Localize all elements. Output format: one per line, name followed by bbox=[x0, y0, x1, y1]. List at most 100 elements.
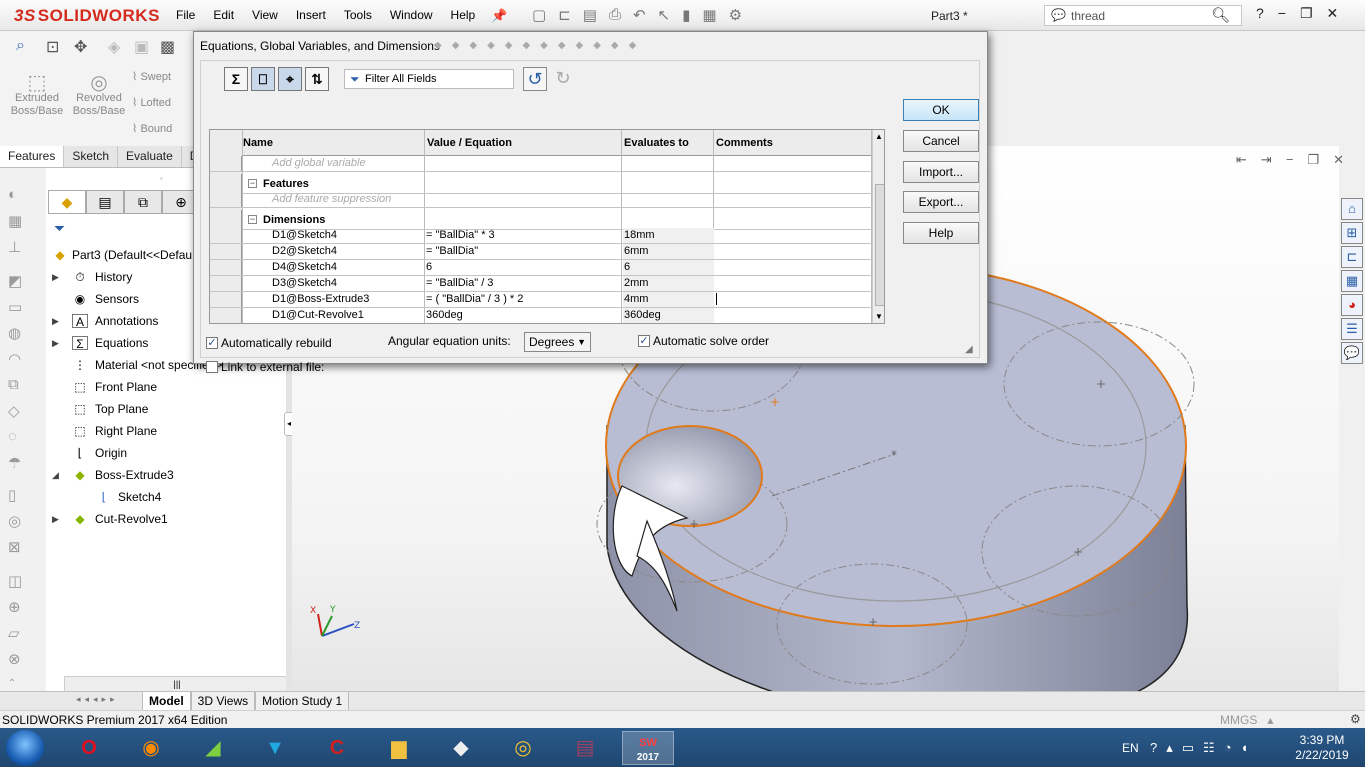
vector-app-icon[interactable]: ▼ bbox=[252, 731, 298, 765]
file-explorer-icon[interactable]: ⊏ bbox=[1341, 246, 1363, 268]
scrollbar-thumb[interactable] bbox=[875, 184, 884, 306]
fillet-icon[interactable]: ◐ bbox=[8, 186, 17, 203]
table-vertical-scrollbar[interactable]: ▲ ▼ bbox=[872, 130, 884, 323]
mirror-icon[interactable]: ⧉ bbox=[8, 376, 19, 393]
file-properties-icon[interactable]: ▦ bbox=[702, 6, 716, 24]
status-bar-customize-icon[interactable]: ⚙ bbox=[1350, 712, 1361, 726]
table-row[interactable]: D4@Sketch4 6 6 bbox=[210, 260, 872, 276]
dimension-name-cell[interactable]: D1@Boss-Extrude3 bbox=[272, 293, 369, 305]
property-manager-tab-icon[interactable]: ▤ bbox=[86, 190, 124, 214]
menu-insert[interactable]: Insert bbox=[296, 8, 326, 22]
search-commands-box[interactable]: 💬 thread 🔍︎ bbox=[1044, 5, 1242, 26]
shell-icon[interactable]: ▭ bbox=[8, 298, 22, 316]
mold-icon[interactable]: ⊠ bbox=[8, 538, 21, 556]
inkscape-icon[interactable]: ◆ bbox=[438, 731, 484, 765]
dimension-name-cell[interactable]: D2@Sketch4 bbox=[272, 245, 337, 257]
pattern-icon[interactable]: ▦ bbox=[8, 212, 22, 230]
auto-rebuild-checkbox[interactable]: ✓ bbox=[206, 337, 218, 349]
expand-arrow-icon[interactable]: ▶ bbox=[52, 332, 59, 354]
collapse-dimensions-icon[interactable]: − bbox=[248, 215, 257, 224]
import-button[interactable]: Import... bbox=[903, 161, 979, 183]
new-document-icon[interactable]: ▢ bbox=[532, 6, 546, 24]
expand-strip-icon[interactable]: ⌃ bbox=[8, 678, 16, 689]
data-migration-icon[interactable]: ▱ bbox=[8, 624, 20, 642]
view-icon[interactable]: ◈ bbox=[108, 37, 120, 57]
redo-icon[interactable]: ↻ bbox=[551, 67, 575, 91]
cancel-button[interactable]: Cancel bbox=[903, 130, 979, 152]
document-minimize-icon[interactable]: − bbox=[1286, 152, 1294, 168]
features-section-row[interactable]: − Features bbox=[210, 174, 872, 194]
tree-item-origin[interactable]: ⌊ Origin bbox=[46, 442, 286, 464]
equation-cell[interactable]: = "BallDia" / 3 bbox=[426, 277, 493, 289]
ccleaner-icon[interactable]: C bbox=[314, 731, 360, 765]
extruded-boss-button[interactable]: ⬚ Extruded Boss/Base bbox=[8, 73, 66, 118]
taskbar-clock[interactable]: 3:39 PM 2/22/2019 bbox=[1292, 733, 1352, 763]
table-row[interactable]: D1@Cut-Revolve1 360deg 360deg bbox=[210, 308, 872, 323]
pin-menu-icon[interactable]: 📌 bbox=[491, 8, 507, 24]
weldments-icon[interactable]: ◎ bbox=[8, 512, 21, 530]
auto-solve-order-checkbox[interactable]: ✓ bbox=[638, 335, 650, 347]
resize-grip-icon[interactable]: ◢ bbox=[965, 344, 973, 355]
dimension-name-cell[interactable]: D1@Sketch4 bbox=[272, 229, 337, 241]
menu-view[interactable]: View bbox=[252, 8, 278, 22]
tab-motion-study-1[interactable]: Motion Study 1 bbox=[255, 692, 350, 711]
rebuild-icon[interactable]: ▮ bbox=[682, 6, 690, 24]
reference-icon[interactable]: ◇ bbox=[8, 402, 20, 420]
language-indicator[interactable]: EN bbox=[1122, 741, 1139, 755]
table-row[interactable]: D1@Sketch4 = "BallDia" * 3 18mm bbox=[210, 228, 872, 244]
solidworks-logo[interactable]: 3S SOLIDWORKS bbox=[14, 6, 160, 26]
expand-arrow-icon[interactable]: ▶ bbox=[52, 266, 59, 288]
tab-model[interactable]: Model bbox=[142, 692, 191, 711]
geogebra-icon[interactable]: ◢ bbox=[190, 731, 236, 765]
select-arrow-icon[interactable]: ↖ bbox=[658, 6, 671, 24]
opera-icon[interactable]: O bbox=[66, 731, 112, 765]
collapse-arrow-icon[interactable]: ◢ bbox=[52, 464, 59, 486]
file-explorer-icon[interactable]: ▆ bbox=[376, 731, 422, 765]
menu-window[interactable]: Window bbox=[390, 8, 433, 22]
tab-features[interactable]: Features bbox=[0, 146, 65, 167]
equation-cell[interactable]: = ( "BallDia" / 3 ) * 2 bbox=[426, 293, 523, 305]
expand-arrow-icon[interactable]: ▶ bbox=[52, 508, 59, 530]
section-view-icon[interactable]: ▣ bbox=[134, 37, 149, 57]
tree-item-boss-extrude3[interactable]: ◢ ◆ Boss-Extrude3 bbox=[46, 464, 286, 486]
surfaces-icon[interactable]: ◫ bbox=[8, 572, 22, 590]
undo-icon[interactable]: ↺ bbox=[523, 67, 547, 91]
equation-cell[interactable]: = "BallDia" bbox=[426, 245, 478, 257]
tree-item-top-plane[interactable]: ⬚ Top Plane bbox=[46, 398, 286, 420]
boundary-button[interactable]: ⌇ Bound bbox=[132, 123, 192, 136]
filter-icon[interactable]: ⏷ bbox=[54, 220, 65, 237]
curves-icon[interactable]: ◌ bbox=[8, 428, 17, 445]
ok-button[interactable]: OK bbox=[903, 99, 979, 121]
document-close-icon[interactable]: ✕ bbox=[1333, 152, 1344, 168]
direct-edit-icon[interactable]: ⊕ bbox=[8, 598, 21, 616]
tray-icons[interactable]: ?▴▭☷◔◖ bbox=[1150, 740, 1257, 756]
zoom-icon[interactable]: ⌕ bbox=[16, 37, 25, 55]
panel-grip-icon[interactable]: ◦ bbox=[160, 174, 163, 183]
zoom-area-icon[interactable]: ⊡ bbox=[46, 37, 59, 57]
configuration-manager-tab-icon[interactable]: ⧉ bbox=[124, 190, 162, 214]
export-button[interactable]: Export... bbox=[903, 191, 979, 213]
search-type-icon[interactable]: 💬 bbox=[1051, 8, 1066, 22]
dimension-view-icon[interactable]: ⌖ bbox=[278, 67, 302, 91]
help-button[interactable]: Help bbox=[903, 222, 979, 244]
equation-cell[interactable]: = "BallDia" * 3 bbox=[426, 229, 495, 241]
draft-icon[interactable]: ◩ bbox=[8, 272, 22, 290]
search-input[interactable]: thread bbox=[1071, 9, 1105, 23]
tab-evaluate[interactable]: Evaluate bbox=[118, 146, 182, 167]
table-row[interactable]: D2@Sketch4 = "BallDia" 6mm bbox=[210, 244, 872, 260]
firefox-icon[interactable]: ◉ bbox=[128, 731, 174, 765]
search-icon[interactable]: 🔍︎ bbox=[1211, 6, 1230, 24]
tree-item-cut-revolve1[interactable]: ▶ ◆ Cut-Revolve1 bbox=[46, 508, 286, 530]
previous-view-icon[interactable]: ⇤ bbox=[1236, 152, 1247, 168]
wrap-icon[interactable]: ◍ bbox=[8, 324, 21, 342]
view-palette-icon[interactable]: ▦ bbox=[1341, 270, 1363, 292]
help-question-icon[interactable]: ? bbox=[1256, 5, 1264, 22]
dimensions-section-row[interactable]: − Dimensions bbox=[210, 210, 872, 230]
design-library-icon[interactable]: ⊞ bbox=[1341, 222, 1363, 244]
tree-item-front-plane[interactable]: ⬚ Front Plane bbox=[46, 376, 286, 398]
minimize-icon[interactable]: − bbox=[1278, 5, 1286, 22]
tree-horizontal-scrollbar[interactable]: ||| bbox=[64, 676, 290, 692]
tab-3d-views[interactable]: 3D Views bbox=[190, 692, 256, 711]
dimension-name-cell[interactable]: D3@Sketch4 bbox=[272, 277, 337, 289]
collapse-features-icon[interactable]: − bbox=[248, 179, 257, 188]
